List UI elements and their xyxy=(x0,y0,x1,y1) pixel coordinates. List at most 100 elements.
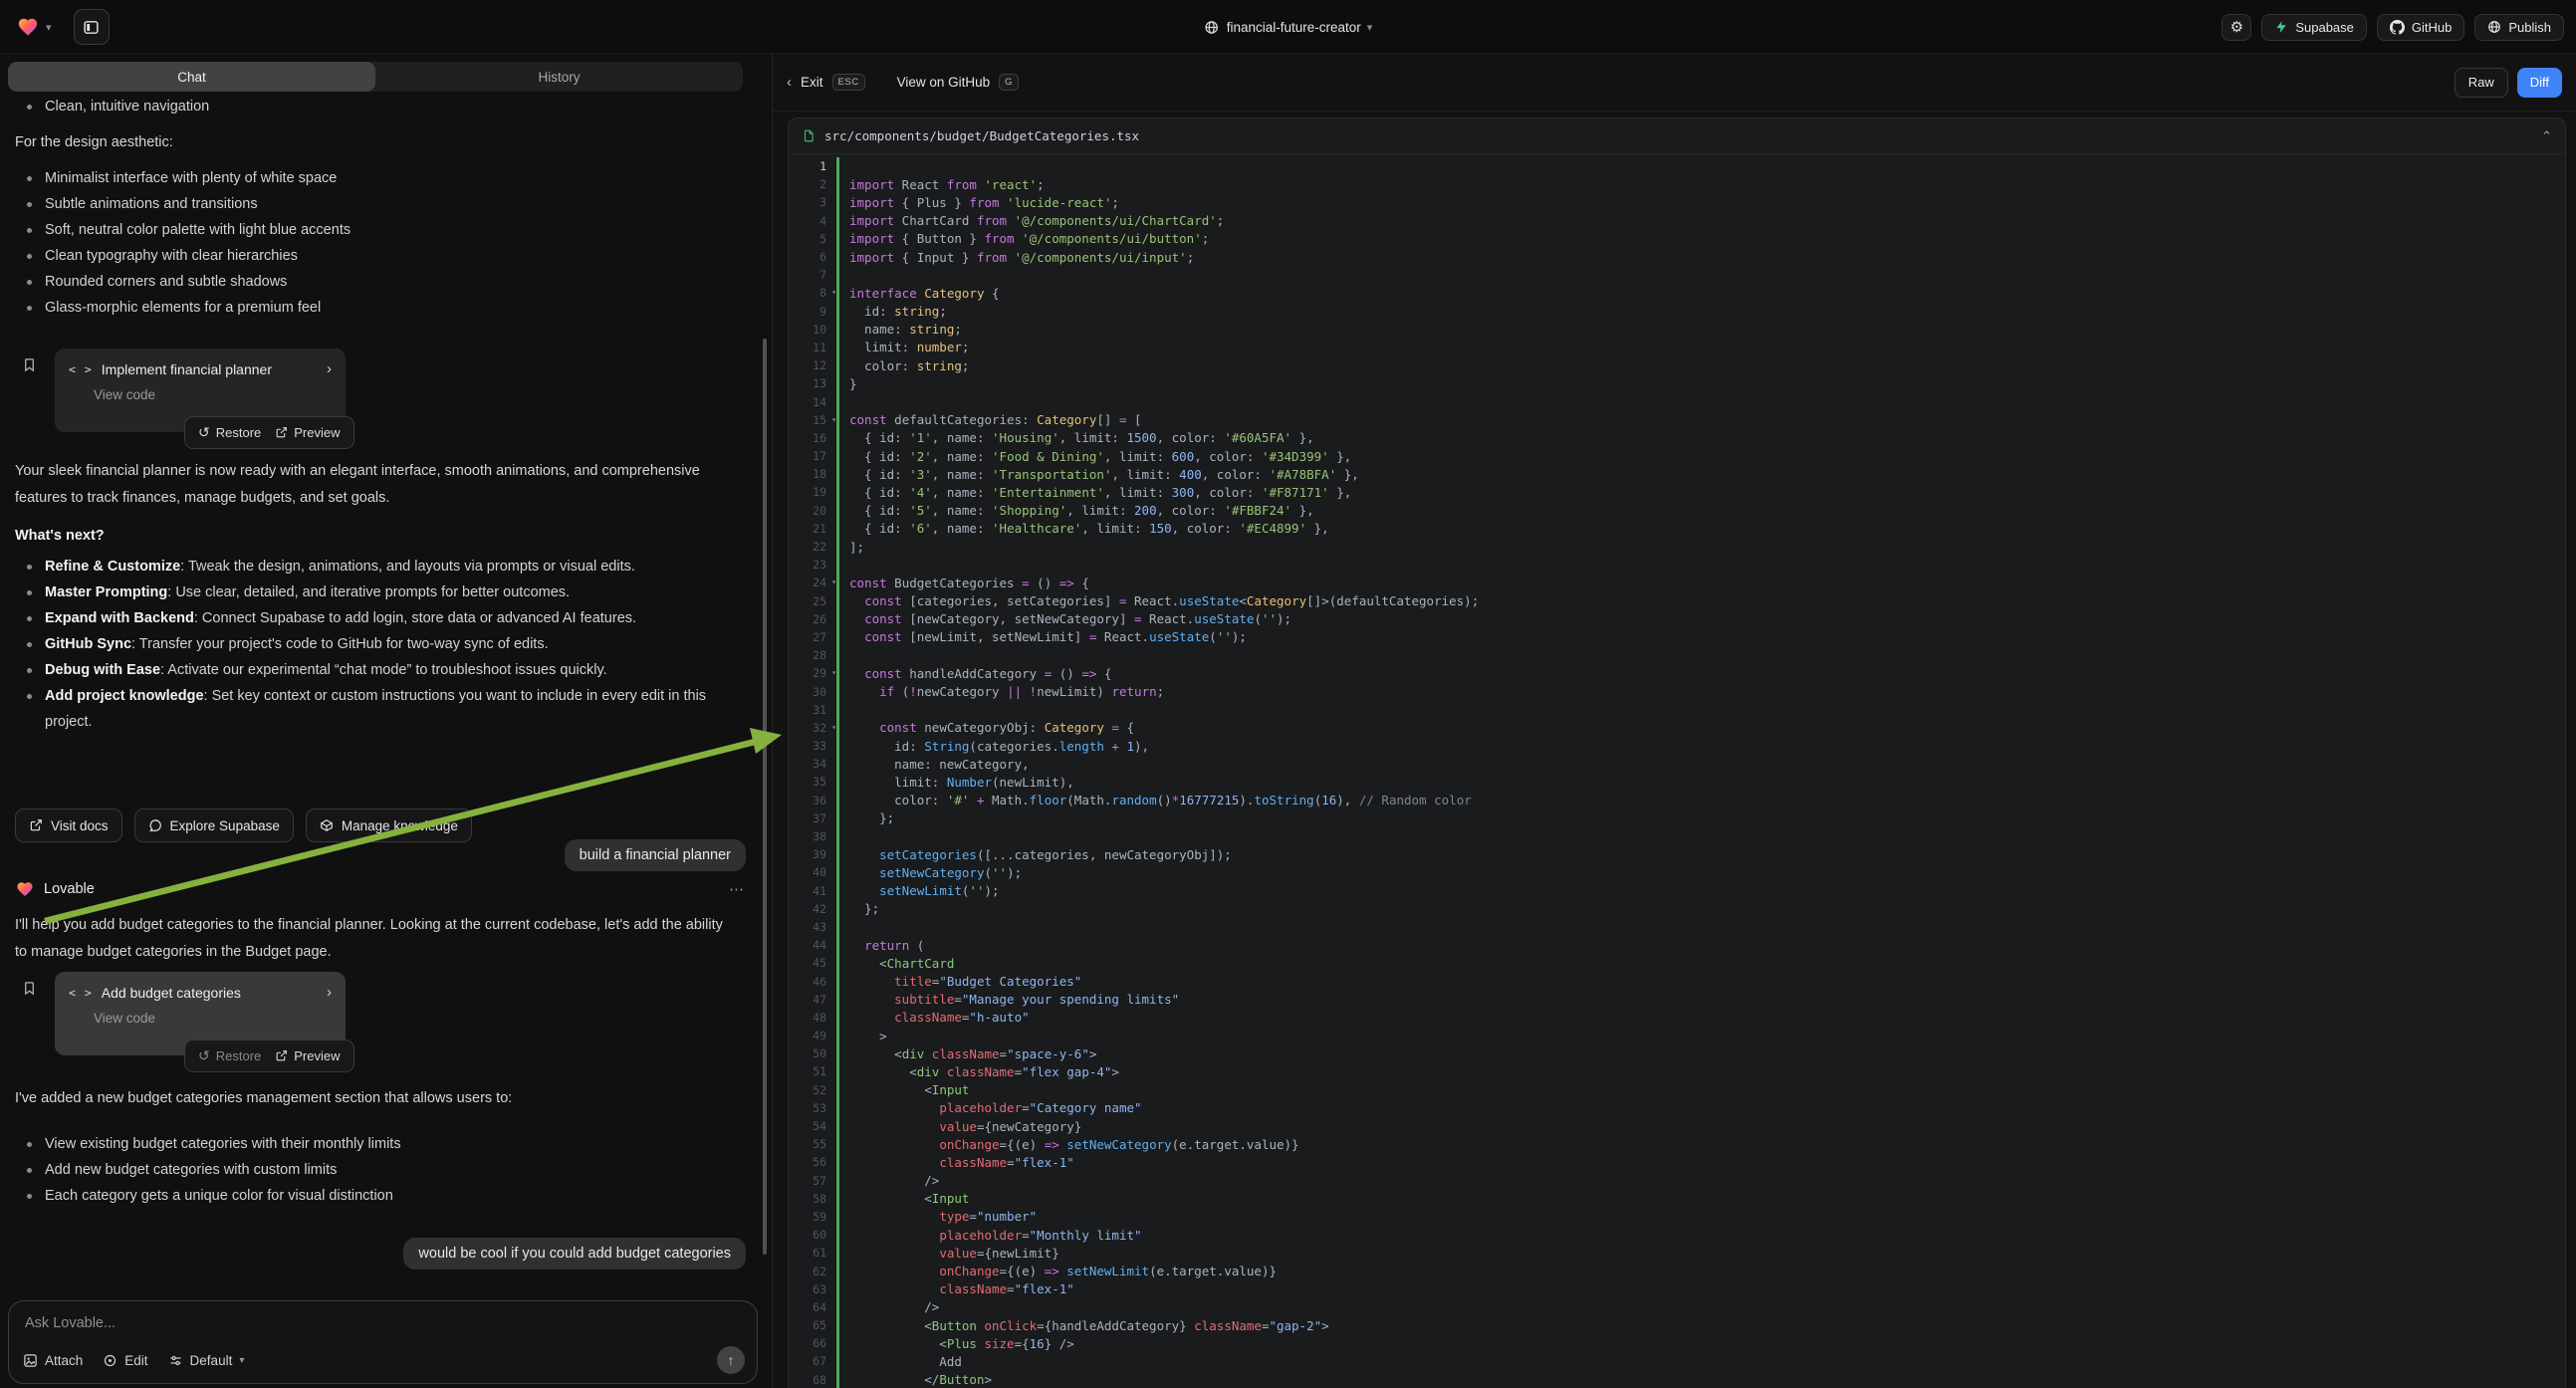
code-line[interactable]: 2import React from 'react'; xyxy=(789,175,2565,193)
tab-history[interactable]: History xyxy=(375,62,743,92)
more-options-icon[interactable]: ⋯ xyxy=(729,880,746,898)
code-line[interactable]: 47 subtitle="Manage your spending limits… xyxy=(789,991,2565,1009)
code-line[interactable]: 20 { id: '5', name: 'Shopping', limit: 2… xyxy=(789,502,2565,520)
toggle-sidebar-button[interactable] xyxy=(74,9,110,45)
code-line[interactable]: 7 xyxy=(789,266,2565,284)
code-line[interactable]: 27 const [newLimit, setNewLimit] = React… xyxy=(789,628,2565,646)
restore-button[interactable]: ↺ Restore xyxy=(198,424,261,441)
chat-composer[interactable]: Ask Lovable... Attach Edit xyxy=(8,1300,758,1384)
lovable-logo-icon[interactable] xyxy=(16,16,40,38)
file-header[interactable]: src/components/budget/BudgetCategories.t… xyxy=(789,118,2565,154)
code-line[interactable]: 46 title="Budget Categories" xyxy=(789,972,2565,990)
code-line[interactable]: 11 limit: number; xyxy=(789,339,2565,356)
code-line[interactable]: 59 type="number" xyxy=(789,1208,2565,1226)
code-line[interactable]: 29▾ const handleAddCategory = () => { xyxy=(789,664,2565,682)
bookmark-icon[interactable] xyxy=(22,356,37,373)
fold-chevron-icon[interactable]: ▾ xyxy=(831,288,836,297)
code-line[interactable]: 65 <Button onClick={handleAddCategory} c… xyxy=(789,1316,2565,1334)
publish-button[interactable]: Publish xyxy=(2474,14,2564,41)
code-line[interactable]: 38 xyxy=(789,827,2565,845)
code-line[interactable]: 58 <Input xyxy=(789,1190,2565,1208)
code-line[interactable]: 52 <Input xyxy=(789,1081,2565,1099)
github-button[interactable]: GitHub xyxy=(2377,14,2464,41)
logo-caret-icon[interactable]: ▾ xyxy=(46,21,52,34)
code-line[interactable]: 45 <ChartCard xyxy=(789,954,2565,972)
code-line[interactable]: 1 xyxy=(789,157,2565,175)
code-line[interactable]: 26 const [newCategory, setNewCategory] =… xyxy=(789,610,2565,628)
code-line[interactable]: 36 color: '#' + Math.floor(Math.random()… xyxy=(789,792,2565,810)
bookmark-icon[interactable] xyxy=(22,980,37,997)
code-line[interactable]: 64 /> xyxy=(789,1298,2565,1316)
code-line[interactable]: 4import ChartCard from '@/components/ui/… xyxy=(789,212,2565,230)
code-line[interactable]: 49 > xyxy=(789,1027,2565,1044)
code-line[interactable]: 6import { Input } from '@/components/ui/… xyxy=(789,248,2565,266)
restore-button[interactable]: ↺ Restore xyxy=(198,1047,261,1064)
code-line[interactable]: 13} xyxy=(789,374,2565,392)
code-line[interactable]: 43 xyxy=(789,918,2565,936)
code-line[interactable]: 56 className="flex-1" xyxy=(789,1153,2565,1171)
project-switcher[interactable]: financial-future-creator ▾ xyxy=(1204,0,1373,54)
code-line[interactable]: 42 }; xyxy=(789,900,2565,918)
code-line[interactable]: 3import { Plus } from 'lucide-react'; xyxy=(789,193,2565,211)
code-line[interactable]: 51 <div className="flex gap-4"> xyxy=(789,1062,2565,1080)
code-line[interactable]: 18 { id: '3', name: 'Transportation', li… xyxy=(789,465,2565,483)
code-line[interactable]: 10 name: string; xyxy=(789,321,2565,339)
code-line[interactable]: 14 xyxy=(789,392,2565,410)
code-editor[interactable]: 12import React from 'react';3import { Pl… xyxy=(789,154,2565,1388)
code-line[interactable]: 28 xyxy=(789,646,2565,664)
visit-docs-button[interactable]: Visit docs xyxy=(15,809,122,842)
code-line[interactable]: 60 placeholder="Monthly limit" xyxy=(789,1226,2565,1244)
chat-input[interactable]: Ask Lovable... xyxy=(25,1315,741,1331)
preview-button[interactable]: Preview xyxy=(275,1048,340,1063)
code-line[interactable]: 33 id: String(categories.length + 1), xyxy=(789,737,2565,755)
code-line[interactable]: 35 limit: Number(newLimit), xyxy=(789,773,2565,791)
code-line[interactable]: 21 { id: '6', name: 'Healthcare', limit:… xyxy=(789,520,2565,538)
code-line[interactable]: 63 className="flex-1" xyxy=(789,1280,2565,1298)
fold-chevron-icon[interactable]: ▾ xyxy=(831,723,836,732)
view-code-link[interactable]: View code xyxy=(94,387,332,402)
code-line[interactable]: 57 /> xyxy=(789,1172,2565,1190)
code-line[interactable]: 66 <Plus size={16} /> xyxy=(789,1334,2565,1352)
code-line[interactable]: 30 if (!newCategory || !newLimit) return… xyxy=(789,682,2565,700)
view-code-link[interactable]: View code xyxy=(94,1011,332,1026)
exit-button[interactable]: ‹ Exit ESC xyxy=(787,74,865,91)
code-line[interactable]: 23 xyxy=(789,556,2565,574)
code-line[interactable]: 12 color: string; xyxy=(789,356,2565,374)
mode-select[interactable]: Default ▾ xyxy=(168,1353,245,1368)
code-line[interactable]: 34 name: newCategory, xyxy=(789,755,2565,773)
code-line[interactable]: 48 className="h-auto" xyxy=(789,1009,2565,1027)
raw-button[interactable]: Raw xyxy=(2455,68,2508,98)
code-line[interactable]: 68 </Button> xyxy=(789,1371,2565,1388)
code-line[interactable]: 44 return ( xyxy=(789,936,2565,954)
collapse-chevron-icon[interactable]: ⌃ xyxy=(2541,128,2552,144)
code-line[interactable]: 62 onChange={(e) => setNewLimit(e.target… xyxy=(789,1262,2565,1279)
explore-supabase-button[interactable]: Explore Supabase xyxy=(134,809,294,842)
code-line[interactable]: 55 onChange={(e) => setNewCategory(e.tar… xyxy=(789,1135,2565,1153)
chat-scrollbar[interactable] xyxy=(763,339,767,1255)
code-line[interactable]: 19 { id: '4', name: 'Entertainment', lim… xyxy=(789,483,2565,501)
diff-button[interactable]: Diff xyxy=(2517,68,2562,98)
code-line[interactable]: 31 xyxy=(789,701,2565,719)
fold-chevron-icon[interactable]: ▾ xyxy=(831,415,836,424)
fold-chevron-icon[interactable]: ▾ xyxy=(831,578,836,586)
code-line[interactable]: 5import { Button } from '@/components/ui… xyxy=(789,230,2565,248)
settings-button[interactable]: ⚙ xyxy=(2222,14,2251,41)
view-on-github-button[interactable]: View on GitHub G xyxy=(897,74,1019,91)
code-line[interactable]: 22]; xyxy=(789,538,2565,556)
manage-knowledge-button[interactable]: Manage knowledge xyxy=(306,809,472,842)
code-line[interactable]: 32▾ const newCategoryObj: Category = { xyxy=(789,719,2565,737)
code-line[interactable]: 25 const [categories, setCategories] = R… xyxy=(789,592,2565,610)
code-line[interactable]: 61 value={newLimit} xyxy=(789,1244,2565,1262)
code-line[interactable]: 17 { id: '2', name: 'Food & Dining', lim… xyxy=(789,447,2565,465)
code-line[interactable]: 67 Add xyxy=(789,1352,2565,1370)
code-line[interactable]: 9 id: string; xyxy=(789,303,2565,321)
code-line[interactable]: 54 value={newCategory} xyxy=(789,1117,2565,1135)
code-line[interactable]: 24▾const BudgetCategories = () => { xyxy=(789,574,2565,591)
tab-chat[interactable]: Chat xyxy=(8,62,375,92)
send-button[interactable]: ↑ xyxy=(717,1346,745,1374)
code-line[interactable]: 37 }; xyxy=(789,810,2565,827)
code-line[interactable]: 41 setNewLimit(''); xyxy=(789,882,2565,900)
code-line[interactable]: 53 placeholder="Category name" xyxy=(789,1099,2565,1117)
supabase-button[interactable]: Supabase xyxy=(2261,14,2367,41)
attach-button[interactable]: Attach xyxy=(23,1353,83,1368)
